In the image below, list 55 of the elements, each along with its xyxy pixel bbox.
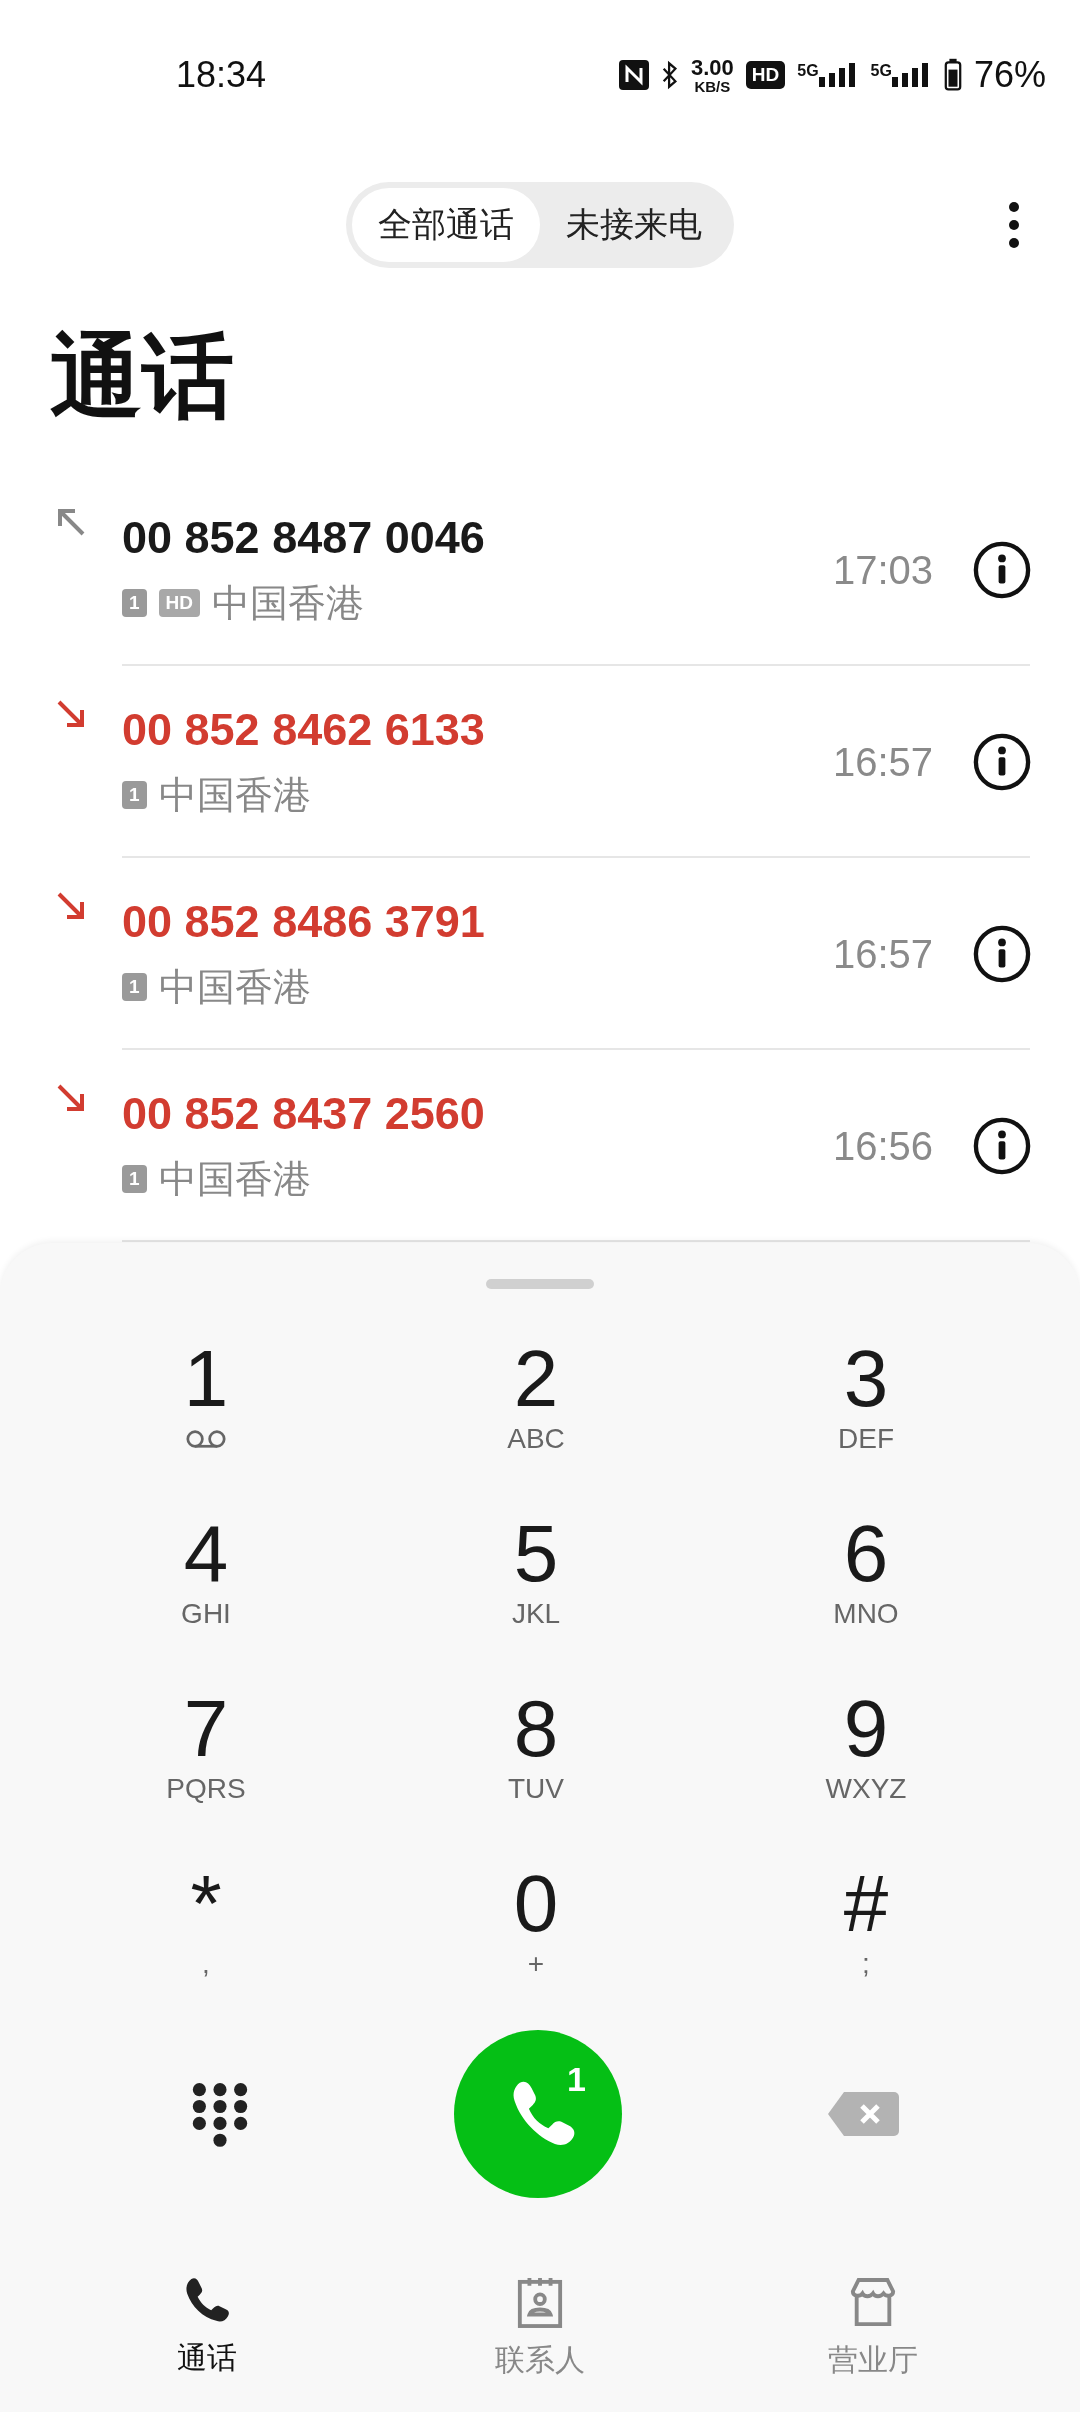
dial-key[interactable]: 1: [41, 1319, 371, 1494]
filter-tab[interactable]: 全部通话: [352, 188, 540, 262]
dial-key[interactable]: 6 MNO: [701, 1494, 1031, 1669]
info-icon[interactable]: [973, 733, 1031, 791]
dial-key[interactable]: * ,: [41, 1844, 371, 2019]
dial-key[interactable]: # ;: [701, 1844, 1031, 2019]
info-icon[interactable]: [973, 925, 1031, 983]
page-title: 通话: [49, 324, 235, 429]
bluetooth-icon: [660, 60, 679, 90]
battery-icon: [943, 58, 962, 92]
dial-key[interactable]: 9 WXYZ: [701, 1669, 1031, 1844]
dial-key[interactable]: 5 JKL: [371, 1494, 701, 1669]
nav-tab[interactable]: 通话: [96, 2275, 317, 2382]
call-log-item[interactable]: 00 852 8487 0046 1 HD 中国香港 17:03: [0, 474, 1080, 666]
call-location: 中国香港: [212, 580, 365, 626]
contact-card-icon: [516, 2276, 564, 2330]
phone-number: 00 852 8487 0046: [122, 511, 486, 564]
dial-key[interactable]: 0 +: [371, 1844, 701, 2019]
phone-number: 00 852 8462 6133: [122, 703, 486, 756]
dial-key[interactable]: 7 PQRS: [41, 1669, 371, 1844]
call-location: 中国香港: [158, 1156, 311, 1202]
call-time: 16:57: [832, 739, 933, 785]
phone-number: 00 852 8437 2560: [122, 1087, 486, 1140]
sim-badge: 1: [122, 1165, 147, 1193]
hd-voice-badge: HD: [745, 61, 786, 89]
voicemail-icon: [184, 1429, 228, 1449]
dial-key[interactable]: 2 ABC: [371, 1319, 701, 1494]
hd-badge: HD: [158, 589, 201, 617]
network-type: 5G: [797, 63, 819, 79]
sim-badge: 1: [122, 973, 147, 1001]
call-log-item[interactable]: 00 852 8486 3791 1 中国香港 16:57: [0, 858, 1080, 1050]
more-icon[interactable]: [1008, 201, 1020, 249]
call-log-item[interactable]: 00 852 8462 6133 1 中国香港 16:57: [0, 666, 1080, 858]
call-time: 17:03: [832, 547, 933, 593]
call-location: 中国香港: [158, 772, 311, 818]
call-location: 中国香港: [158, 964, 311, 1010]
status-time: 18:34: [176, 54, 267, 96]
network-speed: 3.00 KB/S: [690, 56, 734, 94]
call-time: 16:56: [832, 1123, 933, 1169]
dial-key[interactable]: 4 GHI: [41, 1494, 371, 1669]
battery-level: 76%: [973, 54, 1046, 96]
info-icon[interactable]: [973, 1117, 1031, 1175]
dialpad-icon[interactable]: [190, 2080, 250, 2148]
filter-tab[interactable]: 未接来电: [540, 188, 728, 262]
sim-badge: 1: [122, 781, 147, 809]
sim-badge: 1: [122, 589, 147, 617]
phone-number: 00 852 8486 3791: [122, 895, 486, 948]
call-time: 16:57: [832, 931, 933, 977]
dial-key[interactable]: 8 TUV: [371, 1669, 701, 1844]
info-icon[interactable]: [973, 541, 1031, 599]
dial-key[interactable]: 3 DEF: [701, 1319, 1031, 1494]
nfc-icon: [618, 60, 649, 90]
call-log-item[interactable]: 00 852 8437 2560 1 中国香港 16:56: [0, 1050, 1080, 1242]
drag-handle[interactable]: [486, 1279, 594, 1289]
network-type: 5G: [870, 63, 892, 79]
